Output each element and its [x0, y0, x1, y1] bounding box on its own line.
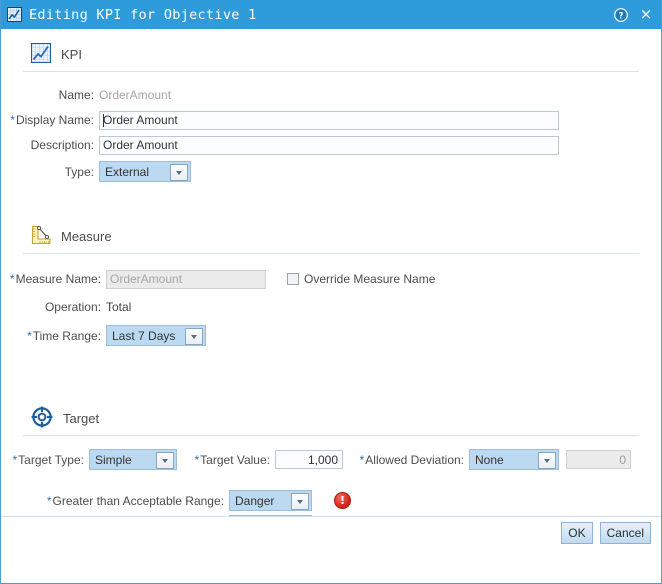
field-row-greater-than-range: *Greater than Acceptable Range: Danger ! [1, 488, 661, 513]
chart-icon [7, 7, 22, 22]
required-marker: * [12, 452, 18, 467]
dialog-title: Editing KPI for Objective 1 [29, 6, 257, 23]
required-marker: * [46, 493, 52, 508]
time-range-label: *Time Range: [27, 328, 101, 343]
name-value: OrderAmount [99, 88, 172, 102]
greater-than-range-dropdown[interactable]: Danger [229, 490, 312, 511]
allowed-deviation-dropdown[interactable]: None [469, 449, 559, 470]
edit-kpi-dialog: Editing KPI for Objective 1 ? × KPI Name… [0, 0, 662, 584]
field-row-description: Description: Order Amount [1, 134, 661, 156]
dialog-titlebar: Editing KPI for Objective 1 ? × [1, 0, 661, 29]
field-row-measure-name: *Measure Name: OrderAmount Override Meas… [1, 268, 661, 290]
type-dropdown-value: External [105, 164, 150, 179]
target-value-input[interactable]: 1,000 [275, 450, 343, 469]
section-title-kpi: KPI [61, 46, 82, 62]
ruler-icon [31, 225, 51, 248]
ok-button[interactable]: OK [561, 522, 593, 544]
chevron-down-icon[interactable] [156, 452, 174, 469]
greater-than-range-value: Danger [235, 493, 275, 508]
field-row-name: Name: OrderAmount [1, 84, 661, 106]
required-marker: * [10, 113, 15, 127]
chevron-down-icon[interactable] [185, 328, 203, 345]
field-row-target-top: *Target Type: Simple *Target Value: 1,00… [1, 448, 661, 471]
section-header-measure: Measure [1, 221, 661, 251]
field-row-operation: Operation: Total [1, 296, 661, 318]
operation-label: Operation: [44, 300, 101, 314]
section-title-measure: Measure [61, 228, 112, 244]
target-type-dropdown-value: Simple [95, 452, 132, 467]
chevron-down-icon[interactable] [170, 164, 188, 181]
display-name-label: *Display Name: [10, 113, 94, 127]
target-type-dropdown[interactable]: Simple [89, 449, 177, 470]
description-input[interactable]: Order Amount [99, 135, 559, 155]
override-measure-name-checkbox[interactable]: Override Measure Name [287, 272, 435, 286]
kpi-chart-icon [30, 42, 52, 66]
help-circle-icon[interactable]: ? [614, 7, 628, 22]
time-range-dropdown-value: Last 7 Days [112, 328, 176, 343]
section-title-target: Target [63, 410, 100, 426]
field-row-type: Type: External [1, 160, 661, 183]
allowed-deviation-label: *Allowed Deviation: [359, 452, 464, 467]
target-type-label: *Target Type: [12, 452, 85, 467]
cancel-button[interactable]: Cancel [599, 522, 651, 544]
time-range-dropdown[interactable]: Last 7 Days [106, 325, 206, 346]
chevron-down-icon[interactable] [538, 452, 556, 469]
target-crosshair-icon [31, 406, 53, 431]
close-icon[interactable]: × [639, 7, 653, 22]
dialog-footer: OK Cancel [1, 516, 661, 549]
type-label: Type: [64, 164, 94, 179]
chevron-down-icon[interactable] [291, 493, 309, 510]
required-marker: * [359, 452, 365, 467]
greater-than-range-label: *Greater than Acceptable Range: [46, 493, 224, 508]
measure-name-label: *Measure Name: [9, 272, 101, 286]
target-value-label: *Target Value: [194, 452, 271, 467]
measure-name-input: OrderAmount [106, 269, 266, 289]
allowed-deviation-dropdown-value: None [475, 452, 504, 467]
required-marker: * [9, 272, 15, 286]
section-header-target: Target [1, 403, 661, 433]
required-marker: * [27, 328, 32, 343]
override-measure-name-label: Override Measure Name [304, 272, 436, 286]
required-marker: * [194, 452, 200, 467]
field-row-display-name: *Display Name: Order Amount [1, 109, 661, 131]
field-row-time-range: *Time Range: Last 7 Days [1, 324, 661, 347]
section-header-kpi: KPI [1, 39, 661, 69]
description-label: Description: [30, 138, 94, 152]
name-label: Name: [58, 88, 94, 102]
danger-icon: ! [334, 492, 351, 509]
display-name-input[interactable]: Order Amount [99, 110, 559, 130]
deviation-amount-input: 0 [566, 450, 631, 469]
dialog-content: KPI Name: OrderAmount *Display Name: Ord… [1, 29, 661, 549]
checkbox-box[interactable] [287, 273, 299, 285]
type-dropdown[interactable]: External [99, 161, 191, 182]
svg-text:?: ? [619, 11, 624, 21]
operation-value: Total [106, 300, 132, 314]
